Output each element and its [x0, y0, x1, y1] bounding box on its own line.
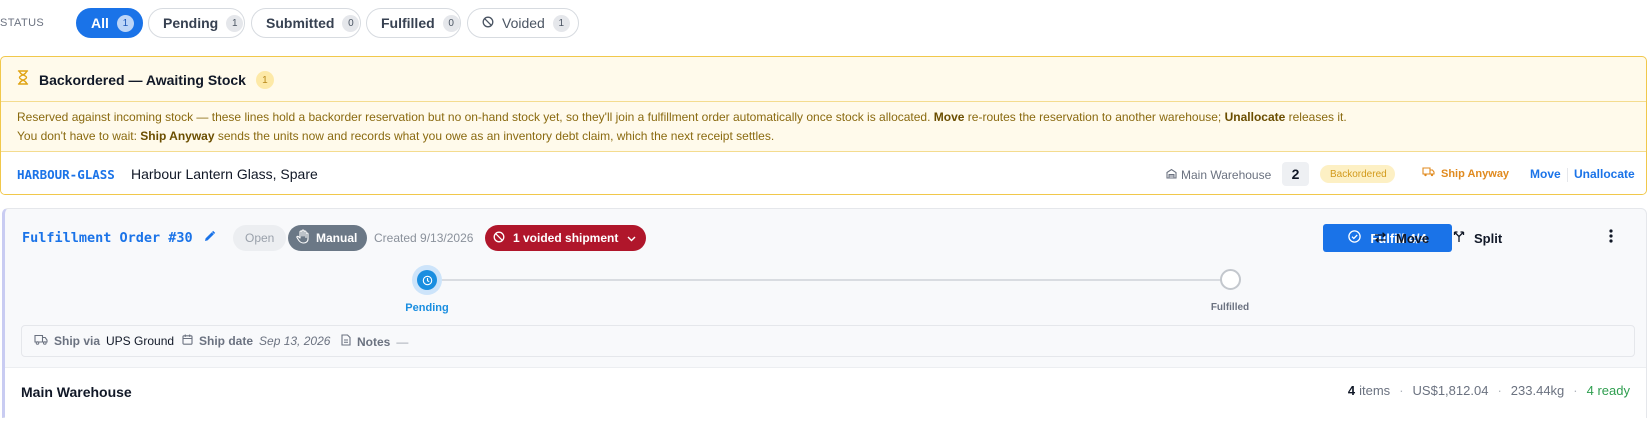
- filter-pill-all[interactable]: All 1: [76, 8, 143, 38]
- truck-icon: [34, 334, 48, 348]
- desc-text: sends the units now and records what you…: [214, 129, 775, 143]
- line-sku[interactable]: HARBOUR-GLASS: [17, 167, 115, 182]
- split-button-label: Split: [1474, 230, 1503, 246]
- line-warehouse-name: Main Warehouse: [1181, 168, 1272, 182]
- hourglass-icon: [17, 70, 29, 90]
- filter-pill-voided[interactable]: Voided 1: [467, 8, 579, 38]
- step-pending-marker: [412, 265, 442, 295]
- ship-via-field[interactable]: Ship via UPS Ground: [34, 334, 174, 348]
- step-fulfilled-label: Fulfilled: [1210, 302, 1250, 313]
- ship-date-field[interactable]: Ship date Sep 13, 2026: [182, 334, 330, 348]
- filter-pill-label: Submitted: [266, 15, 335, 31]
- mode-chip-manual: Manual: [288, 225, 368, 251]
- truck-icon: [1422, 167, 1435, 180]
- backorder-description: Reserved against incoming stock — these …: [17, 108, 1617, 146]
- line-quantity: 2: [1282, 162, 1309, 186]
- warehouse-group-stats: 4 items · US$1,812.04 · 233.44kg · 4 rea…: [1348, 383, 1630, 398]
- step-fulfilled-marker: [1220, 269, 1241, 290]
- warehouse-group-name: Main Warehouse: [21, 384, 132, 400]
- calendar-icon: [182, 334, 193, 348]
- filter-pill-count: 0: [442, 14, 460, 32]
- backordered-badge: Backordered: [1320, 165, 1395, 183]
- check-circle-icon: [1348, 230, 1362, 246]
- notes-value: —: [396, 334, 409, 349]
- filter-pill-count: 1: [226, 14, 244, 32]
- created-date: Created 9/13/2026: [374, 231, 474, 245]
- move-button-label: Move: [1396, 230, 1430, 246]
- voided-shipment-dropdown[interactable]: 1 voided shipment: [485, 225, 647, 251]
- edit-icon[interactable]: [203, 230, 216, 248]
- ship-date-key: Ship date: [199, 334, 254, 348]
- move-button[interactable]: Move: [1374, 224, 1429, 252]
- chevron-down-icon: [627, 231, 636, 245]
- filter-pill-submitted[interactable]: Submitted 0: [251, 8, 361, 38]
- items-count: 4: [1347, 383, 1356, 398]
- progress-track: [428, 279, 1231, 281]
- desc-text: releases it.: [1285, 110, 1347, 124]
- step-pending-label: Pending: [405, 302, 449, 314]
- total-weight: 233.44kg: [1510, 383, 1565, 398]
- clock-icon: [417, 270, 437, 290]
- document-icon: [341, 334, 351, 349]
- desc-text: Reserved against incoming stock — these …: [17, 110, 934, 124]
- notes-field[interactable]: Notes —: [341, 334, 408, 349]
- filter-pill-label: All: [91, 15, 109, 31]
- block-icon: [482, 15, 494, 31]
- backorder-panel: Backordered — Awaiting Stock 1 Reserved …: [0, 56, 1647, 195]
- line-move-button[interactable]: Move: [1530, 167, 1561, 181]
- total-value: US$1,812.04: [1412, 383, 1489, 398]
- filter-pill-count: 1: [116, 14, 134, 32]
- items-label: items: [1359, 383, 1391, 398]
- filter-pill-label: Pending: [163, 15, 219, 31]
- desc-text: re-routes the reservation to another war…: [964, 110, 1225, 124]
- separator-dot: ·: [1497, 383, 1502, 398]
- divider: [1, 101, 1646, 102]
- warehouse-group-row[interactable]: Main Warehouse 4 items · US$1,812.04 · 2…: [5, 367, 1646, 428]
- backorder-line-row: HARBOUR-GLASS Harbour Lantern Glass, Spa…: [1, 151, 1646, 194]
- desc-unallocate-term: Unallocate: [1224, 110, 1286, 124]
- ship-date-value: Sep 13, 2026: [259, 334, 331, 348]
- divider: [1567, 168, 1568, 182]
- line-product-name: Harbour Lantern Glass, Spare: [131, 166, 318, 182]
- desc-text: You don't have to wait:: [17, 129, 141, 143]
- separator-dot: ·: [1399, 383, 1404, 398]
- mode-chip-label: Manual: [316, 231, 358, 245]
- separator-dot: ·: [1573, 383, 1578, 398]
- filter-pill-fulfilled[interactable]: Fulfilled 0: [366, 8, 461, 38]
- filter-pill-count: 1: [552, 14, 570, 32]
- backorder-count-badge: 1: [255, 71, 274, 89]
- filter-pill-pending[interactable]: Pending 1: [148, 8, 245, 38]
- ship-anyway-button[interactable]: Ship Anyway: [1422, 167, 1509, 180]
- more-options-icon[interactable]: [1609, 229, 1613, 248]
- fulfillment-order-card: Fulfillment Order #30 Open Manual Create…: [2, 208, 1647, 428]
- filter-pill-label: Voided: [502, 15, 545, 31]
- block-icon: [493, 231, 505, 246]
- filter-pill-label: Fulfilled: [381, 15, 435, 31]
- swap-arrows-icon: [1374, 231, 1387, 246]
- shipping-meta-bar: Ship via UPS Ground Ship date Sep 13, 20…: [21, 325, 1635, 357]
- hand-icon: [296, 229, 310, 247]
- notes-key: Notes: [357, 334, 391, 349]
- line-unallocate-button[interactable]: Unallocate: [1574, 167, 1635, 181]
- ship-via-value: UPS Ground: [106, 334, 175, 348]
- line-warehouse: Main Warehouse: [1166, 168, 1271, 182]
- backorder-title: Backordered — Awaiting Stock: [39, 72, 246, 88]
- filter-pill-count: 0: [342, 14, 360, 32]
- voided-shipment-label: 1 voided shipment: [513, 231, 619, 245]
- split-icon: [1453, 230, 1465, 246]
- ship-anyway-label: Ship Anyway: [1441, 167, 1510, 180]
- ready-count: 4 ready: [1586, 383, 1630, 398]
- desc-move-term: Move: [933, 110, 965, 124]
- status-filter-label: STATUS: [0, 17, 45, 29]
- backorder-header: Backordered — Awaiting Stock 1: [17, 70, 274, 90]
- warehouse-icon: [1166, 168, 1177, 182]
- fulfillment-order-title[interactable]: Fulfillment Order #30: [22, 230, 193, 246]
- ship-via-key: Ship via: [54, 334, 101, 348]
- status-filter-bar: STATUS All 1 Pending 1 Submitted 0 Fulfi…: [0, 8, 1648, 38]
- status-chip-open: Open: [233, 225, 287, 251]
- desc-ship-anyway-term: Ship Anyway: [140, 129, 215, 143]
- split-button[interactable]: Split: [1453, 224, 1502, 252]
